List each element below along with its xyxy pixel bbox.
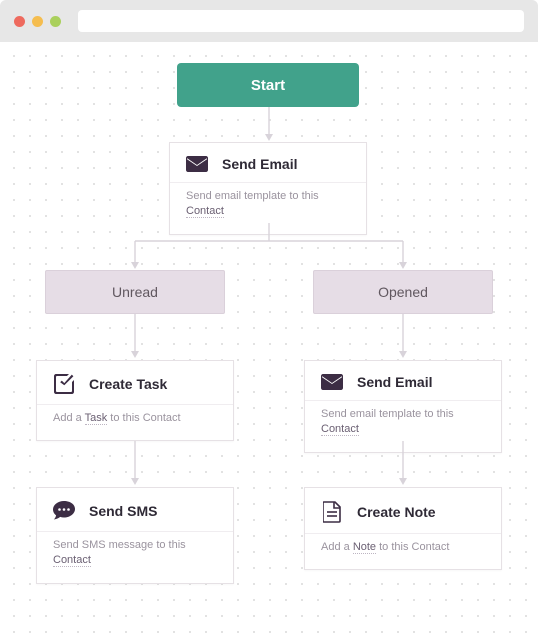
- address-bar[interactable]: [78, 10, 524, 32]
- contact-link[interactable]: Contact: [53, 554, 91, 567]
- node-header: Send Email: [305, 361, 501, 400]
- send-sms-node[interactable]: Send SMS Send SMS message to this Contac…: [36, 487, 234, 584]
- contact-link[interactable]: Contact: [321, 423, 359, 436]
- task-link[interactable]: Task: [85, 412, 108, 425]
- node-title: Create Task: [89, 376, 167, 392]
- node-title: Send Email: [357, 374, 432, 390]
- node-header: Create Note: [305, 488, 501, 533]
- subtitle-text: Send email template to this: [321, 408, 454, 420]
- email-icon: [321, 374, 343, 390]
- connector-task-sms: [129, 441, 141, 487]
- window-minimize-dot[interactable]: [32, 16, 43, 27]
- node-subtitle: Add a Note to this Contact: [305, 533, 501, 569]
- subtitle-text: Add a: [53, 412, 85, 424]
- node-subtitle: Send email template to this Contact: [170, 182, 366, 234]
- node-subtitle: Send email template to this Contact: [305, 400, 501, 452]
- subtitle-text-2: to this Contact: [107, 412, 180, 424]
- connector-start-email: [263, 107, 275, 143]
- connector-unread-task: [129, 314, 141, 360]
- workflow-canvas: Start Send Email Send email template to …: [0, 42, 538, 637]
- window-titlebar: [0, 0, 538, 42]
- subtitle-text: Send email template to this: [186, 190, 319, 202]
- window-close-dot[interactable]: [14, 16, 25, 27]
- subtitle-text: Send SMS message to this: [53, 539, 186, 551]
- browser-window: Start Send Email Send email template to …: [0, 0, 538, 637]
- task-check-icon: [53, 374, 75, 394]
- contact-link[interactable]: Contact: [186, 205, 224, 218]
- start-node[interactable]: Start: [177, 63, 359, 107]
- branch-label: Opened: [378, 284, 428, 300]
- create-task-node[interactable]: Create Task Add a Task to this Contact: [36, 360, 234, 441]
- subtitle-text: Add a: [321, 541, 353, 553]
- node-subtitle: Add a Task to this Contact: [37, 404, 233, 440]
- branch-opened[interactable]: Opened: [313, 270, 493, 314]
- email-icon: [186, 156, 208, 172]
- send-email-node-2[interactable]: Send Email Send email template to this C…: [304, 360, 502, 453]
- start-label: Start: [251, 77, 285, 94]
- node-header: Send SMS: [37, 488, 233, 531]
- node-subtitle: Send SMS message to this Contact: [37, 531, 233, 583]
- window-zoom-dot[interactable]: [50, 16, 61, 27]
- node-title: Send Email: [222, 156, 297, 172]
- sms-icon: [53, 501, 75, 521]
- send-email-node-1[interactable]: Send Email Send email template to this C…: [169, 142, 367, 235]
- create-note-node[interactable]: Create Note Add a Note to this Contact: [304, 487, 502, 570]
- node-header: Send Email: [170, 143, 366, 182]
- node-title: Create Note: [357, 504, 436, 520]
- note-icon: [321, 501, 343, 523]
- connector-opened-email: [397, 314, 409, 360]
- subtitle-text-2: to this Contact: [376, 541, 449, 553]
- branch-label: Unread: [112, 284, 158, 300]
- node-header: Create Task: [37, 361, 233, 404]
- node-title: Send SMS: [89, 503, 157, 519]
- note-link[interactable]: Note: [353, 541, 376, 554]
- branch-unread[interactable]: Unread: [45, 270, 225, 314]
